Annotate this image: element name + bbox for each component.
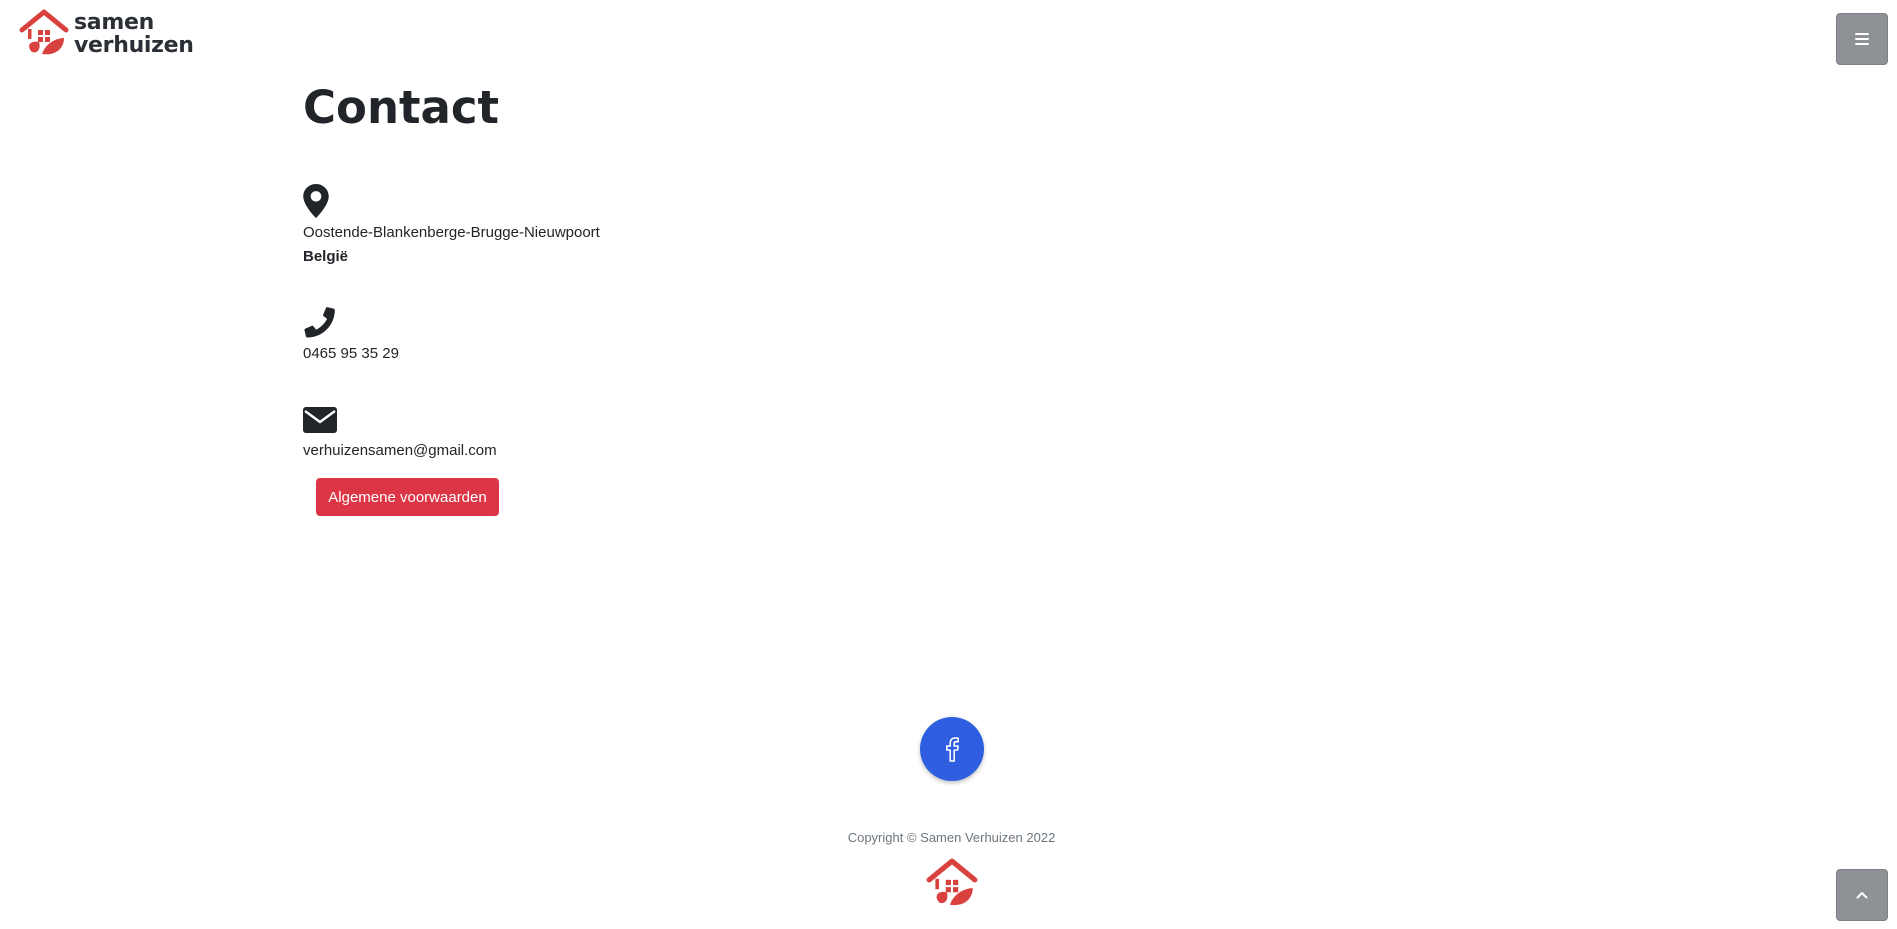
map-marker-icon: [303, 184, 329, 218]
phone-number: 0465 95 35 29: [303, 345, 399, 362]
phone-icon: [304, 307, 335, 338]
facebook-button[interactable]: [920, 717, 984, 781]
email-block: verhuizensamen@gmail.com: [303, 407, 497, 463]
copyright-text: Copyright © Samen Verhuizen 2022: [847, 830, 1056, 845]
phone-block: 0465 95 35 29: [303, 306, 399, 366]
house-leaf-logo-icon: [19, 9, 69, 55]
address-block: Oostende-Blankenberge-Brugge-Nieuwpoort …: [303, 184, 600, 269]
back-to-top-button[interactable]: [1836, 869, 1888, 921]
brand-line2: verhuizen: [74, 33, 194, 58]
hamburger-icon: [1855, 30, 1869, 48]
page: samen verhuizen Contact Oostende-Blanken…: [0, 0, 1897, 929]
address-country: België: [303, 248, 349, 265]
brand-line1: samen: [74, 10, 154, 35]
email-address[interactable]: verhuizensamen@gmail.com: [303, 439, 497, 463]
menu-toggle-button[interactable]: [1836, 13, 1888, 65]
chevron-up-icon: [1856, 892, 1868, 899]
brand-wordmark: samen verhuizen: [74, 11, 194, 57]
page-title: Contact: [303, 81, 500, 134]
address-line: Oostende-Blankenberge-Brugge-Nieuwpoort: [303, 224, 600, 241]
footer-logo-icon: [926, 858, 978, 906]
brand-logo[interactable]: samen verhuizen: [18, 8, 194, 60]
facebook-icon: [946, 737, 959, 762]
terms-button[interactable]: Algemene voorwaarden: [316, 478, 499, 516]
envelope-icon: [303, 407, 337, 433]
